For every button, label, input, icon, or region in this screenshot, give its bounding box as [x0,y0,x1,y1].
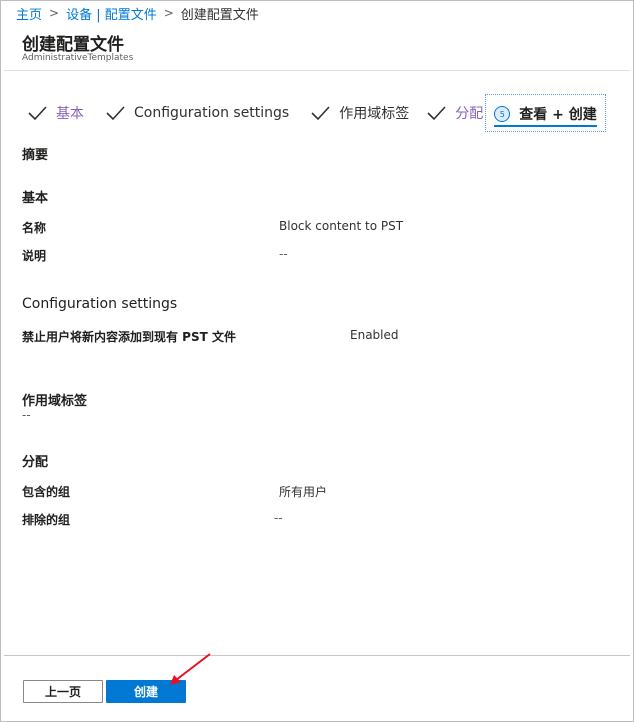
summary-heading: 摘要 [22,148,49,163]
page-title: 创建配置文件 [22,35,124,55]
included-groups-value: 所有用户 [279,485,328,499]
setting-label: 禁止用户将新内容添加到现有 PST 文件 [22,330,236,344]
checkmark-icon [104,105,126,121]
checkmark-icon [309,105,331,121]
scope-tags-value: -- [22,408,31,422]
name-label: 名称 [22,221,47,235]
scope-tags-heading: 作用域标签 [22,394,88,409]
step-label: 基本 [56,106,84,122]
step-number-badge: 5 [494,106,511,122]
description-label: 说明 [22,249,47,263]
basics-heading: 基本 [22,191,49,206]
step-label: 作用域标签 [339,106,410,122]
annotation-arrow-icon [170,653,211,685]
breadcrumb-current: 创建配置文件 [180,7,259,23]
excluded-groups-value: -- [274,511,283,525]
breadcrumb-devices-link[interactable]: 设备 | 配置文件 [66,4,157,23]
checkmark-icon [26,105,48,121]
wizard-steps: 基本 Configuration settings 作用域标签 分配 5 查看 … [26,93,606,133]
step-review-create[interactable]: 5 查看 + 创建 [485,94,606,132]
breadcrumb-separator-icon: > [49,6,60,20]
breadcrumb-home-link[interactable]: 主页 [16,4,42,23]
step-assignments[interactable]: 分配 [425,96,483,130]
assignments-heading: 分配 [22,455,49,470]
footer-divider [4,655,630,656]
page-subtitle: AdministrativeTemplates [22,53,134,63]
title-divider [4,70,630,71]
setting-value: Enabled [350,328,399,342]
breadcrumb: 主页 > 设备 | 配置文件 > 创建配置文件 [16,4,259,23]
step-label: Configuration settings [134,105,290,121]
excluded-groups-label: 排除的组 [22,513,71,527]
name-value: Block content to PST [279,219,404,233]
step-configuration-settings[interactable]: Configuration settings [104,96,289,130]
included-groups-label: 包含的组 [22,485,71,499]
step-scope-tags[interactable]: 作用域标签 [309,96,409,130]
checkmark-icon [425,105,447,121]
step-label: 查看 + 创建 [519,107,597,123]
description-value: -- [279,247,288,261]
step-basics[interactable]: 基本 [26,96,84,130]
configuration-heading: Configuration settings [22,296,178,312]
step-label: 分配 [455,106,484,122]
breadcrumb-separator-icon: > [163,6,174,20]
active-step-underline [494,125,597,127]
previous-button[interactable]: 上一页 [23,680,103,703]
